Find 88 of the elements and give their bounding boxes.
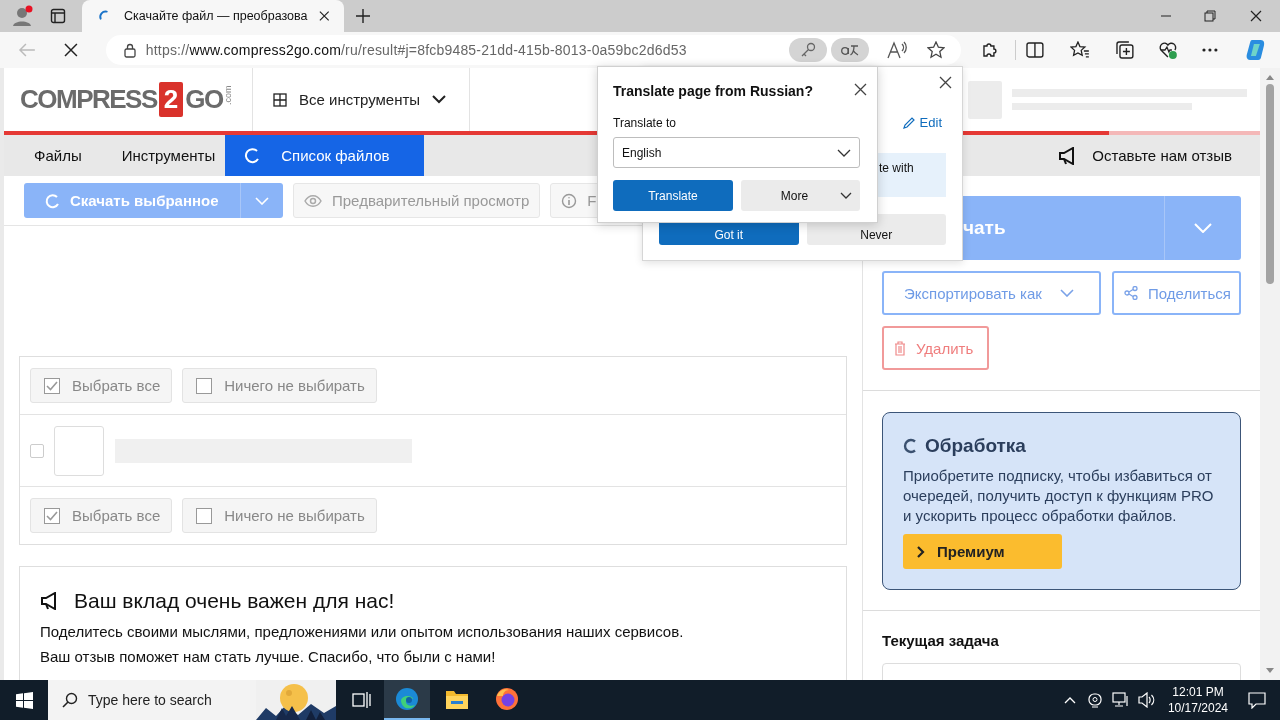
chevron-down-icon	[837, 148, 851, 157]
chevron-right-icon	[917, 545, 925, 558]
chevron-down-icon	[1194, 222, 1212, 233]
search-field[interactable]: Type here to search	[48, 680, 336, 720]
card-text: Ваш отзыв поможет нам стать лучше. Спасибо, что были с нами!	[40, 647, 497, 667]
password-key-button[interactable]	[789, 38, 828, 62]
restore-icon[interactable]	[1204, 10, 1216, 22]
key-icon	[800, 42, 817, 58]
tip-text: te with	[879, 161, 914, 175]
nav-tab[interactable]: Файлы	[4, 135, 98, 176]
close-icon[interactable]	[854, 82, 867, 96]
card-text: Поделитесь своими мыслями, предложениями или опытом использования наших сервисов.	[40, 622, 685, 642]
chevron-down-icon	[255, 197, 269, 205]
select-all-button[interactable]: Выбрать все	[30, 498, 173, 533]
popup-title: Translate page from Russian?	[613, 83, 813, 99]
edit-link[interactable]: Edit	[902, 115, 942, 130]
star-icon[interactable]	[927, 41, 946, 59]
chevron-down-icon	[432, 95, 447, 104]
scroll-thumb[interactable]	[1266, 84, 1274, 284]
lock-icon	[123, 42, 136, 58]
address-field[interactable]: https://www.compress2go.com/ru/result#j=8fcb9485-21dd-415b-8013-0a59bc2d6d53	[105, 35, 962, 65]
translate-button[interactable]	[831, 38, 870, 62]
search-icon	[62, 692, 78, 708]
scroll-up-icon[interactable]	[1266, 74, 1274, 80]
url-text: https://www.compress2go.com/ru/result#j=8fcb9485-21dd-415b-8013-0a59bc2d6d53	[145, 42, 687, 58]
file-checkbox[interactable]	[30, 443, 44, 458]
chevron-down-icon	[1059, 289, 1074, 297]
date-text: 10/17/2024	[1167, 700, 1228, 716]
panel-title: Обработка	[925, 435, 1026, 457]
stop-loading-icon[interactable]	[63, 43, 78, 57]
favorites-icon[interactable]	[1069, 41, 1090, 59]
extensions-icon[interactable]	[981, 41, 999, 59]
close-icon[interactable]	[319, 10, 330, 22]
collections-icon[interactable]	[1114, 40, 1135, 60]
close-icon[interactable]	[939, 76, 952, 89]
nav-tab[interactable]: Список файлов	[225, 135, 425, 176]
info-icon	[561, 192, 578, 209]
new-tab-icon[interactable]	[356, 9, 370, 23]
fox-icon	[495, 687, 519, 711]
grid-icon	[273, 92, 287, 107]
task-view-icon[interactable]	[352, 691, 372, 709]
loading-spinner-icon	[903, 438, 917, 454]
section-title: Текущая задача	[882, 632, 1000, 649]
language-select[interactable]: English	[613, 137, 860, 168]
read-aloud-icon[interactable]	[887, 41, 908, 59]
start-icon[interactable]	[16, 691, 33, 709]
clock[interactable]: 12:01 PM 10/17/2024	[1167, 684, 1228, 716]
chevron-down-icon	[840, 192, 852, 199]
network-icon[interactable]	[1111, 692, 1130, 708]
file-thumbnail	[54, 425, 104, 476]
card-title: Ваш вклад очень важен для нас!	[74, 589, 395, 613]
browser-app-button[interactable]	[384, 680, 430, 720]
loading-spinner-icon	[44, 192, 60, 209]
translate-button[interactable]: Translate	[613, 180, 733, 211]
more-button[interactable]: More	[741, 180, 860, 211]
select-none-button[interactable]: Ничего не выбирать	[182, 368, 377, 403]
scroll-down-icon[interactable]	[1266, 668, 1274, 674]
field-label: Translate to	[613, 116, 677, 130]
close-icon[interactable]	[1250, 10, 1262, 22]
eye-icon	[304, 194, 322, 207]
browser-tab[interactable]: Скачайте файл — преобразова	[82, 0, 344, 32]
export-as-button[interactable]: Экспортировать как	[882, 271, 1101, 315]
panel-text: Приобретите подписку, чтобы избавиться от очередей, получить доступ к функциям PRO и ускорить процесс обработки файлов.	[903, 466, 1215, 526]
nav-tab[interactable]: Инструменты	[97, 135, 226, 176]
time-text: 12:01 PM	[1172, 684, 1224, 700]
notifications-icon[interactable]	[1248, 691, 1266, 709]
feedback-link[interactable]: Оставьте нам отзыв	[1058, 135, 1260, 176]
share-icon	[1124, 286, 1138, 300]
camera-icon[interactable]	[1087, 692, 1102, 708]
browser-essentials-icon[interactable]	[1158, 40, 1179, 60]
more-icon[interactable]	[1202, 48, 1219, 52]
folder-icon	[445, 688, 469, 710]
volume-icon[interactable]	[1137, 692, 1156, 708]
tab-actions-icon[interactable]	[50, 8, 66, 24]
select-all-button[interactable]: Выбрать все	[30, 368, 173, 403]
translate-icon	[840, 42, 861, 58]
split-screen-icon[interactable]	[1025, 41, 1044, 59]
pencil-icon	[902, 116, 915, 129]
chevron-up-icon[interactable]	[1063, 696, 1076, 704]
scrollbar[interactable]	[1260, 68, 1280, 680]
browser-icon	[395, 687, 419, 711]
share-button[interactable]: Поделиться	[1112, 271, 1241, 315]
tab-title: Скачайте файл — преобразова	[124, 9, 308, 23]
premium-button[interactable]: Премиум	[903, 534, 1062, 569]
profile-icon[interactable]	[12, 5, 34, 27]
loading-spinner-icon	[243, 146, 262, 165]
trash-icon	[894, 340, 906, 356]
select-none-button[interactable]: Ничего не выбирать	[182, 498, 377, 533]
